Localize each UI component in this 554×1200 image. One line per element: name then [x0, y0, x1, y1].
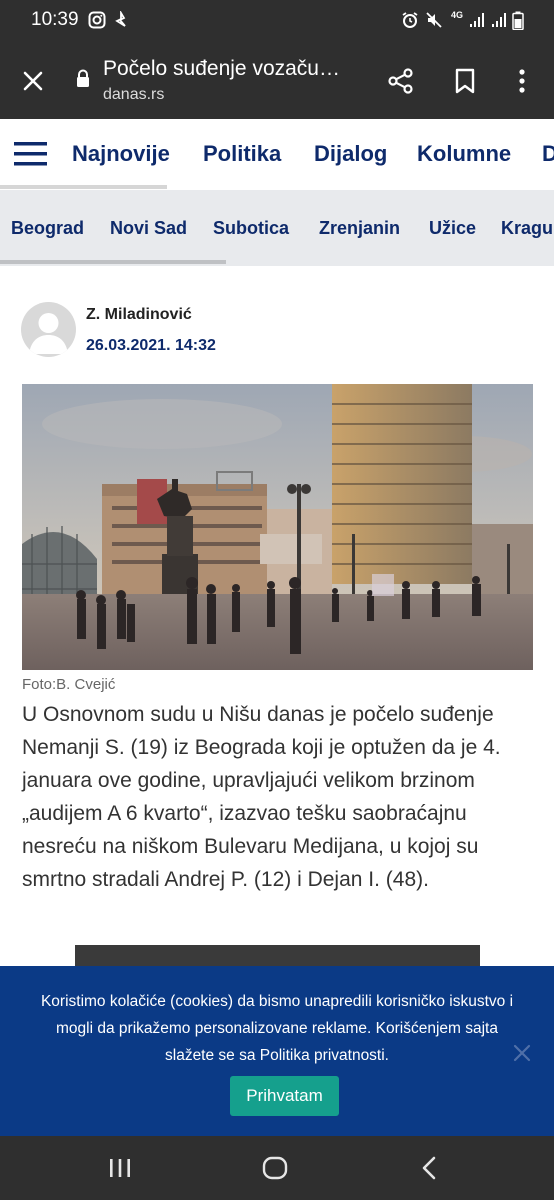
accept-cookies-button[interactable]: Prihvatam [230, 1076, 339, 1116]
back-icon[interactable] [420, 1156, 438, 1180]
nav-scroll-indicator [0, 185, 167, 189]
cookie-text: Koristimo kolačiće (cookies) da bismo un… [40, 993, 514, 1064]
signal-icon [470, 13, 484, 27]
home-icon[interactable] [262, 1156, 288, 1180]
alarm-icon [402, 12, 418, 28]
author-name[interactable]: Z. Miladinović [86, 306, 192, 324]
article-image[interactable] [22, 384, 533, 670]
publish-date: 26.03.2021. 14:32 [86, 337, 216, 354]
article-lead: U Osnovnom sudu u Nišu danas je počelo s… [22, 703, 501, 891]
more-vert-icon[interactable] [516, 68, 528, 96]
signal-icon-2 [492, 13, 506, 27]
city-navigation: Beograd Novi Sad Subotica Zrenjanin Užic… [0, 190, 554, 266]
nav-item-partial[interactable]: D [542, 141, 554, 167]
city-item-uzice[interactable]: Užice [429, 218, 476, 239]
main-navigation: Najnovije Politika Dijalog Kolumne D [0, 119, 554, 190]
nav-item-politika[interactable]: Politika [203, 141, 281, 167]
city-item-kragujevac[interactable]: Kragu [501, 218, 553, 239]
author-avatar[interactable] [21, 302, 76, 357]
instagram-icon [88, 11, 106, 29]
status-bar: 10:39 4G [0, 0, 554, 42]
lock-icon [77, 69, 89, 87]
article-photo [22, 384, 533, 670]
city-scroll-indicator [0, 260, 226, 264]
battery-icon [512, 11, 524, 30]
nav-item-dijalog[interactable]: Dijalog [314, 141, 387, 167]
system-navigation-bar [0, 1136, 554, 1200]
page-domain[interactable]: danas.rs [103, 86, 164, 104]
nav-item-najnovije[interactable]: Najnovije [72, 141, 170, 167]
city-item-zrenjanin[interactable]: Zrenjanin [319, 218, 400, 239]
browser-toolbar: Počelo suđenje vozaču… danas.rs [0, 42, 554, 119]
close-icon[interactable] [510, 1041, 534, 1065]
avatar-placeholder-icon [29, 313, 68, 354]
notification-app-icon [115, 11, 126, 27]
share-icon[interactable] [387, 67, 415, 95]
bookmark-icon[interactable] [454, 67, 476, 95]
cookie-banner: Koristimo kolačiće (cookies) da bismo un… [0, 966, 554, 1136]
city-item-subotica[interactable]: Subotica [213, 218, 289, 239]
network-type: 4G [451, 10, 464, 20]
city-item-novi-sad[interactable]: Novi Sad [110, 218, 187, 239]
page-title[interactable]: Počelo suđenje vozaču… [103, 57, 361, 81]
hamburger-menu-icon[interactable] [14, 140, 47, 168]
status-time: 10:39 [31, 9, 79, 30]
nav-item-kolumne[interactable]: Kolumne [417, 141, 511, 167]
city-item-beograd[interactable]: Beograd [11, 218, 84, 239]
photo-credit: Foto:B. Cvejić [22, 676, 116, 693]
recent-apps-icon[interactable] [108, 1157, 132, 1179]
mute-icon [426, 12, 442, 28]
close-icon[interactable] [22, 70, 44, 92]
